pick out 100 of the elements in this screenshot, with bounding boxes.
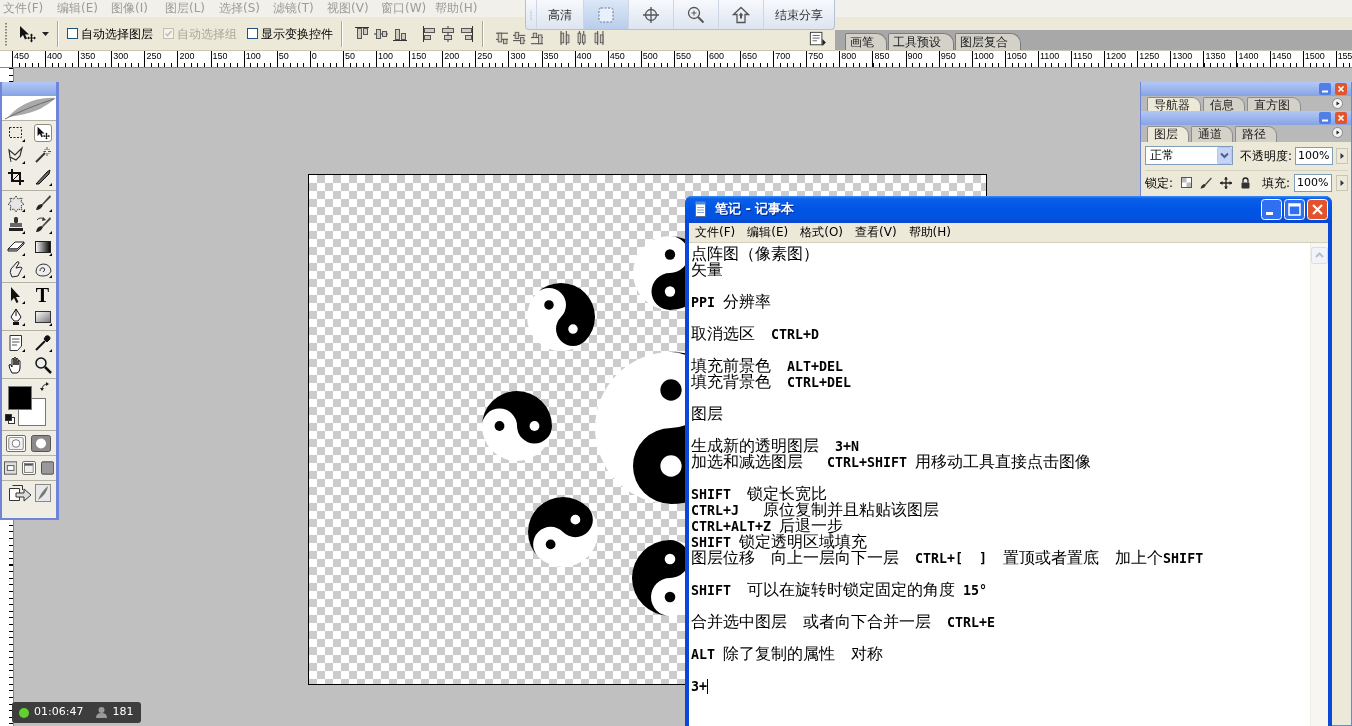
align-icon[interactable] — [441, 25, 455, 42]
magic-wand-icon[interactable] — [33, 146, 52, 164]
palette-menu-icon[interactable] — [1332, 127, 1343, 138]
close-icon[interactable] — [1335, 112, 1347, 124]
fill-field[interactable]: 100% — [1294, 173, 1332, 192]
distribute-icon[interactable] — [575, 31, 588, 45]
ruler-label: 300 — [111, 51, 145, 67]
checker-square-icon[interactable] — [1181, 177, 1193, 188]
vertical-scrollbar[interactable] — [1310, 243, 1328, 726]
menu-item[interactable]: 查看(V) — [849, 223, 903, 242]
gradient-icon[interactable] — [33, 238, 52, 256]
lasso-icon[interactable] — [6, 146, 25, 164]
palette-well-tab[interactable]: 工具预设 — [888, 33, 954, 50]
maximize-icon[interactable] — [1284, 198, 1305, 220]
ruler-label: 1300 — [1170, 51, 1204, 67]
align-icon[interactable] — [422, 25, 436, 42]
blend-mode-select[interactable]: 正常 — [1145, 146, 1233, 165]
triangle-right-icon[interactable] — [1336, 174, 1348, 191]
text-line: SHIFT 锁定长宽比 — [691, 486, 828, 502]
ruler-label: 350 — [78, 51, 112, 67]
menu-item[interactable]: 格式(O) — [794, 223, 850, 242]
menu-item[interactable]: 编辑(E) — [741, 223, 795, 242]
palette-tab[interactable]: 路径 — [1235, 126, 1277, 142]
checkbox[interactable] — [67, 28, 78, 39]
ruler-label: 500 — [640, 51, 674, 67]
minimize-icon[interactable] — [1261, 198, 1282, 220]
ruler-label: 400 — [45, 51, 79, 67]
sponge-icon[interactable] — [33, 260, 52, 278]
text-line: 图层位移 向上一层向下一层 CTRL+[ ] 置顶或者置底 加上个SHIFT — [691, 550, 1204, 566]
text-line: 加选和减选图层 CTRL+SHIFT 用移动工具直接点击图像 — [691, 454, 1092, 470]
eyedropper-icon[interactable] — [33, 334, 52, 352]
menu-item[interactable]: 帮助(H) — [902, 223, 957, 242]
window-icon[interactable] — [40, 461, 54, 475]
ruler-label: 1000 — [971, 51, 1005, 67]
text-line: SHIFT 锁定透明区域填充 — [691, 534, 868, 550]
brush-arrow-icon[interactable] — [33, 216, 52, 234]
align-icon[interactable] — [460, 25, 474, 42]
palette-well-tab[interactable]: 画笔 — [845, 33, 887, 50]
close-icon[interactable] — [1307, 198, 1328, 220]
swap-arrow-icon[interactable] — [40, 382, 50, 392]
distribute-icon[interactable] — [557, 31, 570, 45]
checkbox-label: 自动选择组 — [177, 25, 237, 43]
checkbox[interactable] — [247, 28, 258, 39]
distribute-icon[interactable] — [592, 31, 605, 45]
palette-menu-icon[interactable] — [1332, 98, 1343, 109]
lock-icon[interactable] — [1240, 176, 1252, 189]
text-tool-button[interactable]: T — [33, 286, 52, 304]
ruler-label: 155 — [1335, 51, 1352, 67]
overlapping-squares-icon[interactable] — [5, 414, 15, 424]
stamp-icon[interactable] — [6, 216, 25, 234]
triangle-right-icon[interactable] — [1336, 147, 1348, 164]
foreground-swatch-icon[interactable] — [8, 386, 32, 410]
window-icon[interactable] — [22, 461, 36, 475]
palette-icon[interactable] — [809, 31, 827, 47]
palette-tab[interactable]: 图层 — [1147, 126, 1189, 142]
ruler-label: 200 — [442, 51, 476, 67]
minimize-icon[interactable] — [1319, 112, 1331, 124]
zoom-icon[interactable] — [33, 356, 52, 374]
text-line: 填充前景色 ALT+DEL — [691, 358, 844, 374]
arrow-move-icon[interactable] — [18, 24, 36, 43]
crop-icon[interactable] — [6, 168, 25, 186]
distribute-icon[interactable] — [496, 31, 509, 45]
document-arrow-icon[interactable] — [7, 484, 32, 502]
distribute-icon[interactable] — [530, 31, 543, 45]
grip-icon[interactable] — [4, 21, 8, 46]
rectangle-icon[interactable] — [33, 308, 52, 326]
note-icon[interactable] — [6, 334, 25, 352]
text-line: 填充背景色 CTRL+DEL — [691, 374, 852, 390]
knife-icon[interactable] — [33, 168, 52, 186]
distribute-icon[interactable] — [513, 31, 526, 45]
text-line: 图层 — [691, 406, 723, 422]
caret-icon[interactable] — [42, 31, 49, 36]
dashed-star-icon[interactable] — [6, 194, 25, 212]
ruler-label: 400 — [574, 51, 608, 67]
eraser-icon[interactable] — [6, 238, 25, 256]
palette-title-bar — [2, 82, 56, 96]
feather-icon — [2, 96, 56, 120]
ruler-label: 300 — [508, 51, 542, 67]
ruler-label: 50 — [276, 51, 310, 67]
minimize-icon[interactable] — [1319, 83, 1331, 95]
toolbar-button[interactable]: 结束分享 — [763, 0, 834, 29]
ruler-label: 550 — [673, 51, 707, 67]
status-dot-icon — [19, 707, 29, 718]
brush-icon[interactable] — [33, 194, 52, 212]
arrow-move-icon[interactable] — [33, 124, 52, 142]
feather-icon[interactable] — [34, 484, 51, 502]
menu-item[interactable]: 文件(F) — [689, 223, 742, 242]
ruler-label: 150 — [210, 51, 244, 67]
window-icon[interactable] — [4, 461, 18, 475]
align-icon[interactable] — [355, 25, 369, 42]
palette-tab[interactable]: 通道 — [1191, 126, 1233, 142]
close-icon[interactable] — [1335, 83, 1347, 95]
ruler-label: 1150 — [1071, 51, 1105, 67]
dashed-rectangle-icon[interactable] — [6, 124, 25, 142]
move-arrows-icon[interactable] — [1220, 176, 1233, 189]
framed-circle-icon[interactable] — [5, 434, 26, 452]
palette-well-tab[interactable]: 图层复合 — [955, 33, 1021, 50]
opacity-field[interactable]: 100% — [1295, 146, 1333, 165]
text-line: 矢量 — [691, 262, 723, 278]
brush-icon[interactable] — [1200, 176, 1213, 189]
